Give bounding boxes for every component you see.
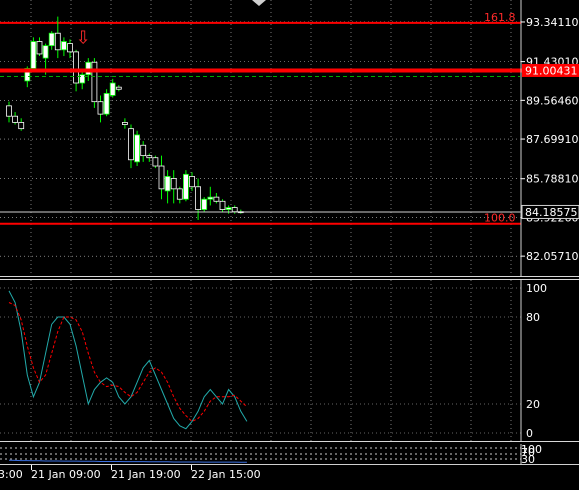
price-axis-label: 82.05710	[526, 250, 579, 263]
price-axis: 93.3411091.4301089.5646087.6991085.78810…	[521, 16, 579, 263]
price-axis-label: 93.34110	[526, 16, 579, 29]
candle-body	[140, 144, 147, 157]
candle-body	[103, 92, 110, 115]
candle-body	[128, 128, 134, 161]
candle-body	[12, 115, 19, 123]
price-axis-label: 87.69910	[526, 133, 579, 146]
candle-body	[91, 61, 98, 103]
stochastic-signal-line	[8, 302, 248, 422]
candle-body	[97, 101, 104, 115]
candle-body	[115, 86, 122, 90]
candle-body	[158, 165, 165, 190]
candle-body	[182, 173, 189, 200]
stochastic-grid	[0, 280, 521, 441]
candle-body	[134, 134, 141, 163]
candle-body	[207, 196, 214, 200]
price-chart[interactable]: 161.8100.0 ⇩ 93.3411091.4301089.5646087.…	[0, 0, 579, 276]
price-axis-label: 89.56460	[526, 94, 579, 107]
candle-body	[73, 51, 79, 84]
secondary-indicator-pane[interactable]: 100 70 30	[0, 444, 579, 464]
third-pane-line	[8, 459, 247, 463]
candle-body	[176, 188, 183, 200]
trading-terminal: 161.8 100.0 ⇩ 93.34110 91.43010 89.56460 87.…	[0, 0, 579, 490]
scroll-top-icon[interactable]	[252, 0, 266, 6]
time-label: 21 Jan 09:00	[31, 468, 101, 481]
candle-body	[67, 43, 73, 53]
candle-body	[195, 186, 202, 210]
candle-body	[122, 122, 128, 125]
candle-body	[42, 45, 49, 59]
candle-body	[189, 175, 195, 188]
stochastic-axis-label: 0	[526, 427, 533, 440]
time-label: 3:00	[0, 468, 23, 481]
candle-body	[109, 82, 116, 96]
third-pane-label-30: 30	[521, 453, 535, 464]
stochastic-axis: 100 80 20 0	[526, 282, 547, 440]
fibonacci-level-label: 161.8	[484, 11, 516, 24]
candle-body	[61, 41, 67, 51]
stochastic-axis-label: 80	[526, 311, 540, 324]
candle-body	[225, 207, 232, 210]
candle-body	[164, 175, 171, 192]
current-price-label: 84.18575	[525, 206, 578, 219]
stochastic-axis-label: 100	[526, 282, 547, 295]
red-line-price-label: 91.00431	[525, 64, 578, 77]
down-arrow-icon[interactable]: ⇩	[76, 28, 91, 49]
candle-body	[36, 41, 43, 55]
candle-body	[6, 105, 12, 117]
candle-body	[79, 74, 86, 84]
candles	[6, 16, 244, 220]
candle-body	[213, 196, 220, 202]
candle-body	[231, 207, 238, 213]
candle-body	[170, 178, 177, 190]
candle-body	[152, 157, 159, 167]
candle-body	[30, 41, 37, 69]
time-label: 21 Jan 19:00	[111, 468, 181, 481]
red-line-price-tag: 91.00431	[522, 63, 579, 77]
candle-body	[146, 155, 153, 159]
stochastic-indicator-pane[interactable]: 100 80 20 0	[0, 280, 579, 441]
stochastic-axis-label: 20	[526, 398, 540, 411]
candle-body	[219, 200, 226, 210]
stochastic-main-line	[8, 290, 248, 430]
time-label: 22 Jan 15:00	[191, 468, 261, 481]
candle-body	[201, 198, 208, 210]
price-axis-label: 85.78810	[526, 173, 579, 186]
time-axis: 3:00 21 Jan 09:00 21 Jan 19:00 22 Jan 15…	[0, 464, 579, 490]
fibonacci-level-label: 100.0	[484, 212, 516, 225]
candle-body	[18, 122, 25, 130]
candle-body	[54, 32, 61, 51]
candle-body	[48, 32, 55, 47]
